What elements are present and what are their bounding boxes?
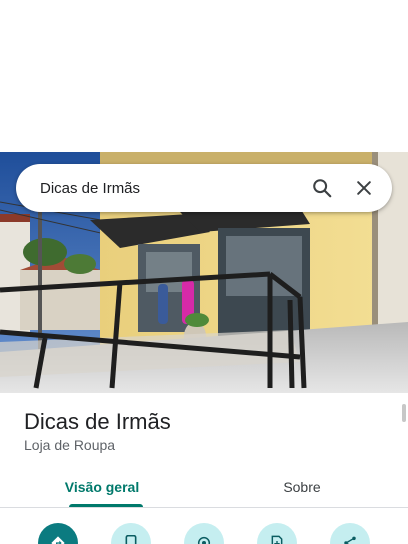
location-button[interactable] (184, 523, 224, 544)
location-icon (197, 536, 211, 544)
directions-icon (51, 536, 65, 544)
place-category: Loja de Roupa (24, 437, 116, 453)
search-button[interactable] (304, 170, 340, 206)
directions-button[interactable] (38, 523, 78, 544)
tab-about[interactable]: Sobre (204, 466, 400, 508)
share-icon (344, 536, 356, 544)
search-icon (313, 179, 332, 198)
search-bar[interactable]: Dicas de Irmãs (16, 164, 392, 212)
close-icon (357, 181, 371, 195)
share-button[interactable] (330, 523, 370, 544)
phone-icon (125, 535, 137, 544)
clear-search-button[interactable] (346, 170, 382, 206)
scrollbar[interactable] (402, 404, 406, 422)
call-button[interactable] (111, 523, 151, 544)
tab-bar: Visão geral Sobre (0, 466, 408, 508)
place-title: Dicas de Irmãs (24, 409, 171, 434)
save-button[interactable] (257, 523, 297, 544)
selected-tab-indicator (69, 504, 143, 507)
action-buttons-row (0, 520, 408, 544)
search-input[interactable]: Dicas de Irmãs (40, 180, 298, 197)
map-blank-area (0, 0, 408, 152)
save-icon (271, 535, 283, 544)
tab-overview[interactable]: Visão geral (0, 466, 204, 508)
